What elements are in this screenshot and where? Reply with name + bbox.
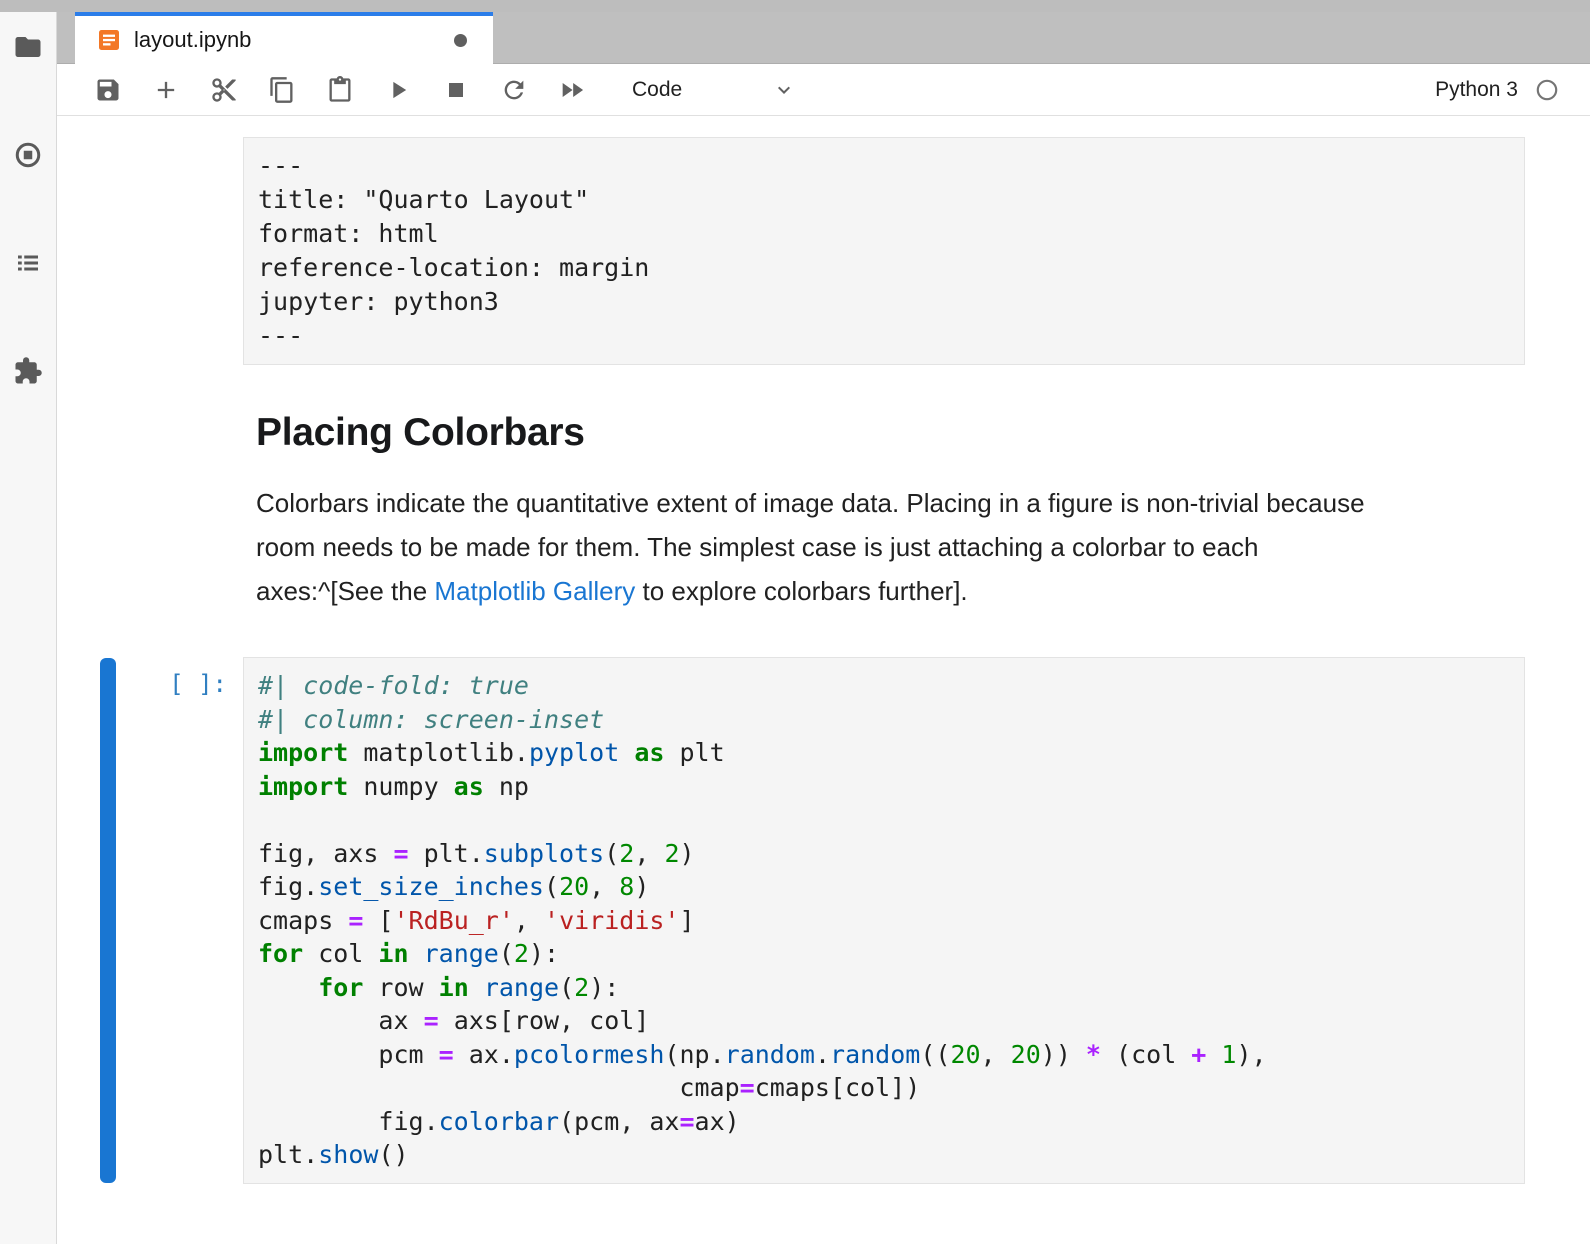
code-line: for col in range(2): (258, 937, 1510, 971)
raw-line: format: html (258, 217, 1510, 251)
file-browser-icon[interactable] (13, 32, 43, 62)
code-line: fig.colorbar(pcm, ax=ax) (258, 1105, 1510, 1139)
kernel-status-icon[interactable] (1534, 77, 1560, 103)
cell-type-value: Code (632, 78, 682, 102)
jupyterlab-window: layout.ipynb (0, 0, 1590, 1244)
code-line: for row in range(2): (258, 971, 1510, 1005)
code-line: pcm = ax.pcolormesh(np.random.random((20… (258, 1038, 1510, 1072)
markdown-rendered: Placing Colorbars Colorbars indicate the… (243, 411, 1525, 613)
raw-line: reference-location: margin (258, 251, 1510, 285)
save-button[interactable] (94, 76, 122, 104)
raw-line: --- (258, 149, 1510, 183)
paste-cells-button[interactable] (326, 76, 354, 104)
code-line: fig.set_size_inches(20, 8) (258, 870, 1510, 904)
notebook-toolbar: Code Python 3 (57, 64, 1590, 116)
code-cell-editor[interactable]: #| code-fold: true#| column: screen-inse… (243, 657, 1525, 1184)
code-line: import matplotlib.pyplot as plt (258, 736, 1510, 770)
raw-cell[interactable]: ---title: "Quarto Layout"format: htmlref… (57, 137, 1590, 365)
main-area: layout.ipynb (57, 0, 1590, 1244)
notebook-icon (97, 28, 121, 52)
raw-line: jupyter: python3 (258, 285, 1510, 319)
paragraph-text: to explore colorbars further]. (635, 576, 967, 606)
matplotlib-gallery-link[interactable]: Matplotlib Gallery (434, 576, 635, 606)
restart-and-run-all-button[interactable] (558, 76, 586, 104)
code-line: ax = axs[row, col] (258, 1004, 1510, 1038)
code-line: plt.show() (258, 1138, 1510, 1172)
table-of-contents-icon[interactable] (13, 248, 43, 278)
run-cell-button[interactable] (384, 76, 412, 104)
code-line: fig, axs = plt.subplots(2, 2) (258, 837, 1510, 871)
window-top-strip (0, 0, 1590, 12)
raw-line: title: "Quarto Layout" (258, 183, 1510, 217)
cut-cells-button[interactable] (210, 76, 238, 104)
markdown-cell-prompt (57, 411, 243, 613)
paragraph-text: axes:^[See the (256, 576, 434, 606)
paragraph-text: Colorbars indicate the quantitative exte… (256, 488, 1365, 518)
code-line: #| column: screen-inset (258, 703, 1510, 737)
code-line (258, 803, 1510, 837)
cell-type-dropdown[interactable]: Code (632, 78, 796, 102)
kernel-name[interactable]: Python 3 (1435, 78, 1518, 102)
raw-cell-editor[interactable]: ---title: "Quarto Layout"format: htmlref… (243, 137, 1525, 365)
insert-cell-button[interactable] (152, 76, 180, 104)
raw-line: --- (258, 319, 1510, 353)
notebook-content: ---title: "Quarto Layout"format: htmlref… (57, 116, 1590, 1244)
tab-layout-ipynb[interactable]: layout.ipynb (75, 12, 493, 64)
copy-cells-button[interactable] (268, 76, 296, 104)
code-cell[interactable]: [ ]: #| code-fold: true#| column: screen… (57, 657, 1590, 1184)
code-line: import numpy as np (258, 770, 1510, 804)
markdown-heading: Placing Colorbars (256, 411, 1525, 455)
restart-kernel-button[interactable] (500, 76, 528, 104)
running-kernels-icon[interactable] (13, 140, 43, 170)
active-cell-collapser[interactable] (100, 658, 116, 1183)
code-line: cmaps = ['RdBu_r', 'viridis'] (258, 904, 1510, 938)
raw-cell-prompt (57, 137, 243, 365)
interrupt-kernel-button[interactable] (442, 76, 470, 104)
code-line: #| code-fold: true (258, 669, 1510, 703)
markdown-paragraph: Colorbars indicate the quantitative exte… (256, 481, 1525, 613)
code-line: cmap=cmaps[col]) (258, 1071, 1510, 1105)
left-sidebar (0, 0, 57, 1244)
paragraph-text: room needs to be made for them. The simp… (256, 532, 1259, 562)
tab-title: layout.ipynb (134, 27, 251, 53)
markdown-cell[interactable]: Placing Colorbars Colorbars indicate the… (57, 411, 1590, 613)
chevron-down-icon (772, 78, 796, 102)
cell-input-prompt: [ ]: (57, 657, 243, 1184)
unsaved-changes-indicator[interactable] (454, 34, 467, 47)
extension-manager-icon[interactable] (13, 356, 43, 386)
